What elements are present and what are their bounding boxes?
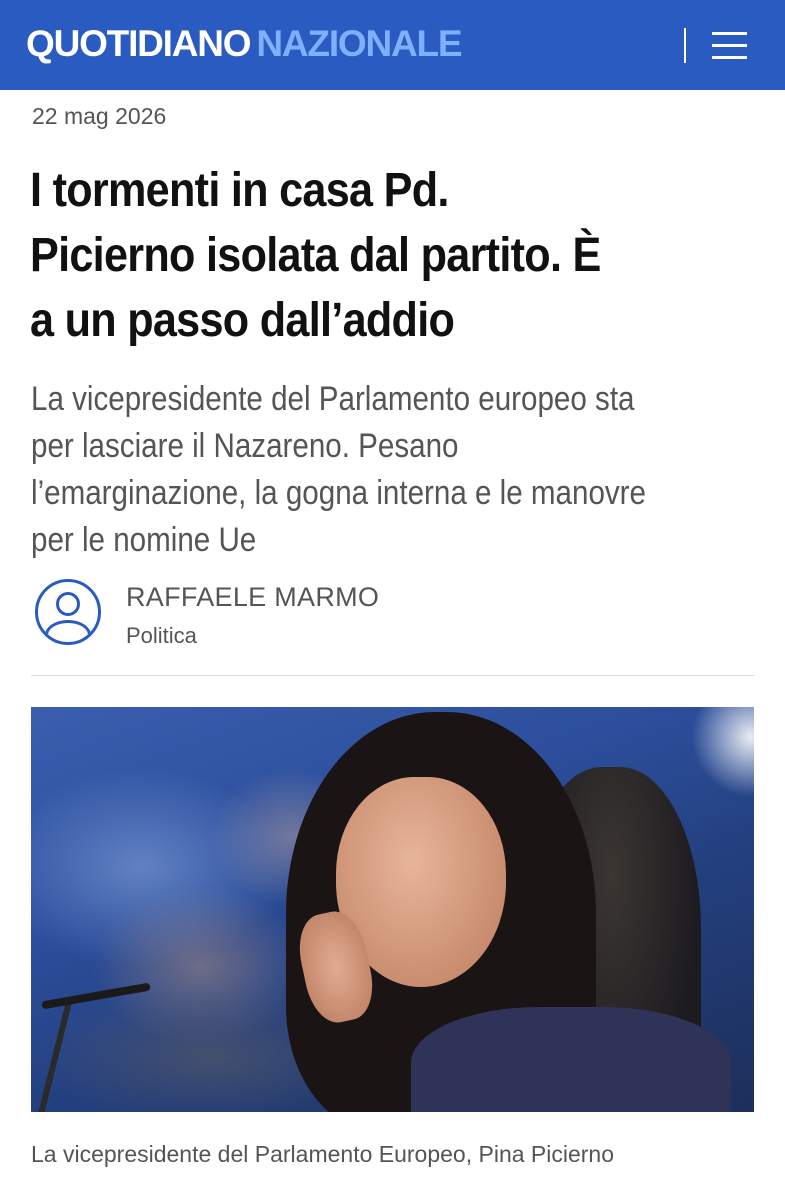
site-logo[interactable]: QUOTIDIANO NAZIONALE: [26, 22, 463, 66]
photo-light-glare: [691, 707, 754, 797]
article-date: 22 mag 2026: [32, 103, 167, 129]
menu-bar: [712, 44, 747, 47]
menu-bar: [712, 56, 747, 59]
photo-caption: La vicepresidente del Parlamento Europeo…: [31, 1141, 615, 1167]
subtitle-line: La vicepresidente del Parlamento europeo…: [31, 380, 635, 418]
section-link[interactable]: Politica: [126, 621, 197, 651]
headline-line: Picierno isolata dal partito. È: [30, 229, 601, 282]
subtitle-line: l’emarginazione, la gogna interna e le m…: [31, 474, 646, 512]
author-name-link[interactable]: RAFFAELE MARMO: [126, 579, 379, 615]
article-headline: I tormenti in casa Pd. Picierno isolata …: [30, 158, 760, 353]
header-divider: [684, 28, 686, 63]
menu-bar: [712, 32, 747, 35]
author-divider: [31, 675, 754, 676]
subtitle-line: per lasciare il Nazareno. Pesano: [31, 427, 459, 465]
author-block: RAFFAELE MARMO Politica: [30, 576, 760, 656]
logo-word-quotidiano: QUOTIDIANO: [26, 23, 252, 64]
user-avatar-icon: [35, 579, 101, 645]
article-photo: [31, 707, 754, 1112]
subtitle-line: per le nomine Ue: [31, 521, 257, 559]
headline-line: I tormenti in casa Pd.: [30, 164, 449, 217]
photo-subject-sweater: [411, 1007, 731, 1112]
avatar-head: [56, 592, 80, 616]
hamburger-menu-icon[interactable]: [708, 26, 752, 64]
headline-line: a un passo dall’addio: [30, 294, 455, 347]
top-navigation-bar: QUOTIDIANO NAZIONALE: [0, 0, 785, 90]
avatar-body: [45, 620, 91, 642]
logo-word-nazionale: NAZIONALE: [256, 23, 462, 64]
article-subtitle: La vicepresidente del Parlamento europeo…: [31, 376, 727, 564]
